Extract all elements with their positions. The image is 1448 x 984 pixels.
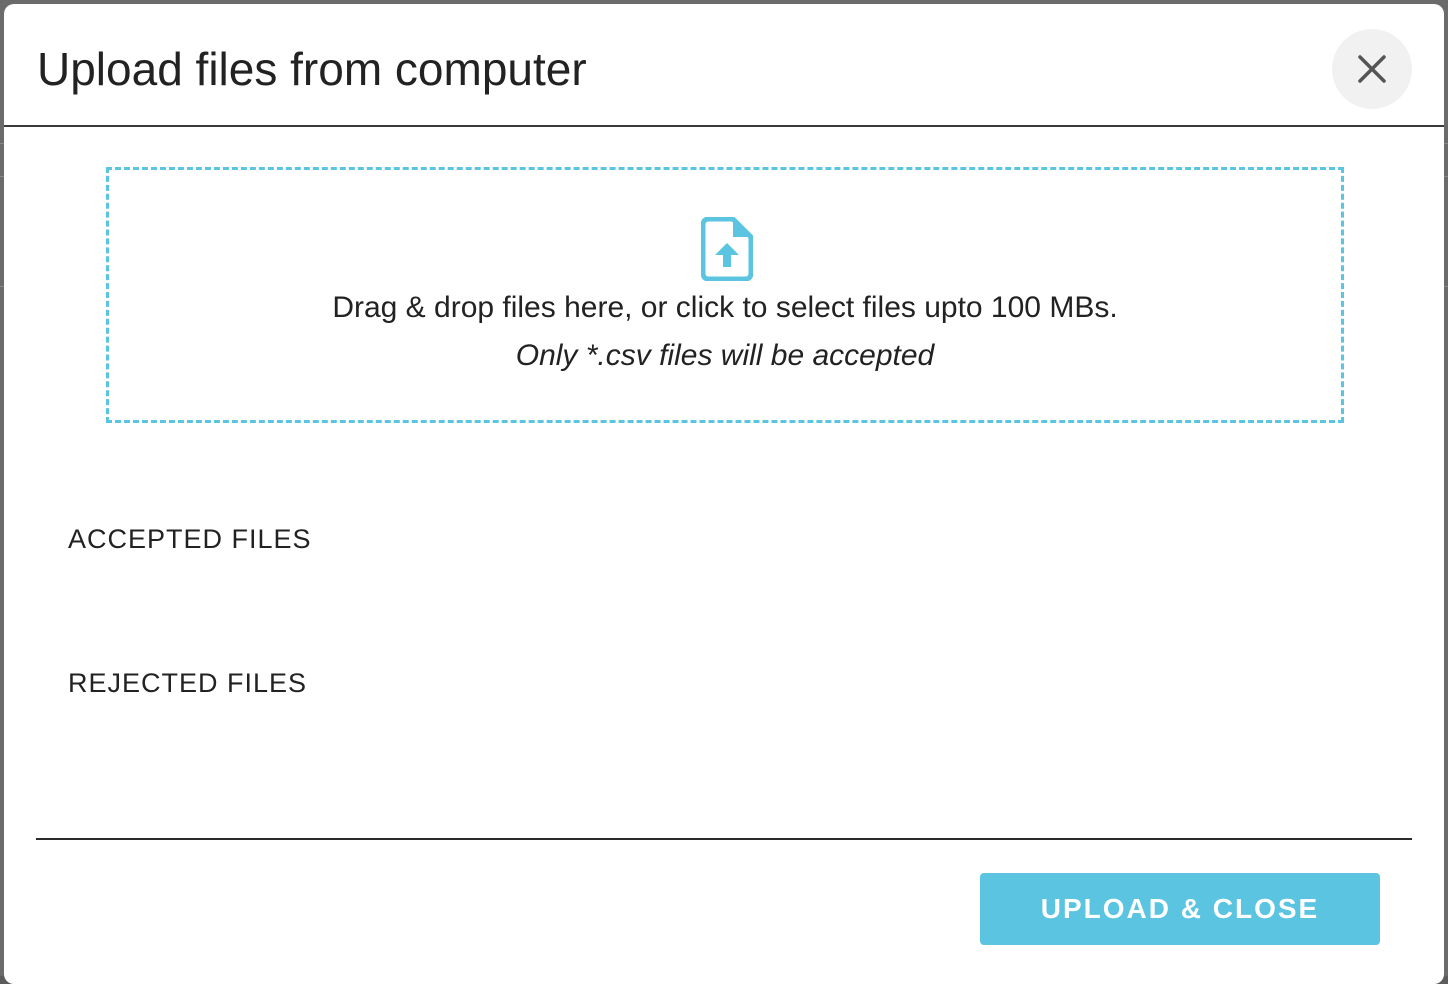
- dropzone-file-type-note: Only *.csv files will be accepted: [515, 339, 935, 372]
- modal-title: Upload files from computer: [37, 43, 587, 95]
- file-dropzone[interactable]: Drag & drop files here, or click to sele…: [106, 167, 1344, 423]
- rejected-files-label: REJECTED FILES: [68, 668, 308, 698]
- dropzone-instruction: Drag & drop files here, or click to sele…: [332, 291, 1118, 324]
- footer-divider: [36, 838, 1412, 840]
- close-button[interactable]: [1332, 29, 1412, 109]
- upload-modal: Upload files from computer Drag & drop f…: [4, 4, 1444, 984]
- file-upload-icon: [701, 217, 753, 281]
- accepted-files-label: ACCEPTED FILES: [68, 524, 312, 554]
- upload-and-close-button[interactable]: UPLOAD & CLOSE: [980, 873, 1380, 945]
- modal-header: Upload files from computer: [4, 4, 1444, 127]
- close-icon: [1358, 55, 1386, 83]
